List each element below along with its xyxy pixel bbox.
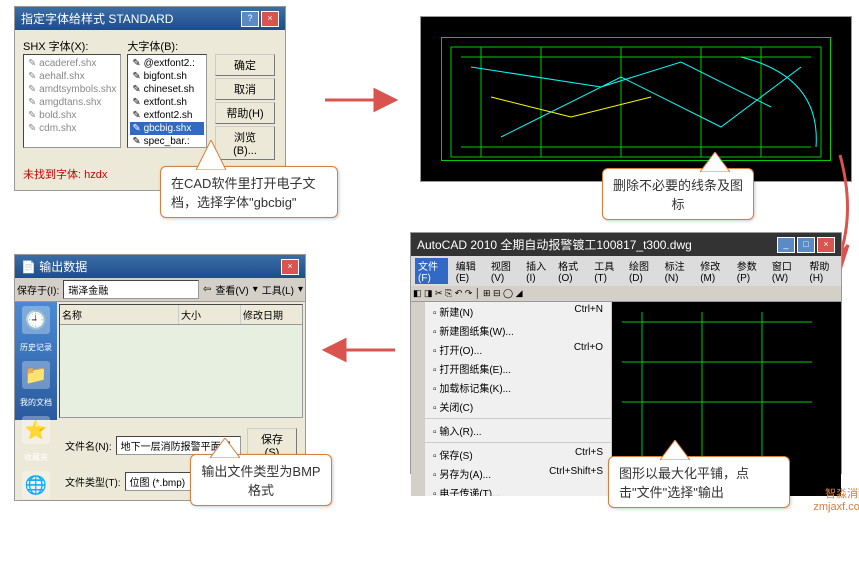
file-list-area[interactable]: 名称 大小 修改日期 [59, 304, 303, 418]
callout-step4: 输出文件类型为BMP格式 [190, 454, 332, 506]
font-dialog-title: 指定字体给样式 STANDARD ? × [15, 7, 285, 30]
help-button[interactable]: 帮助(H) [215, 102, 275, 124]
callout-pointer [660, 440, 690, 460]
callout-step2: 删除不必要的线条及图标 [602, 168, 754, 220]
flow-arrow-left [320, 330, 400, 370]
views-menu[interactable]: 查看(V) [215, 282, 248, 297]
cancel-button[interactable]: 取消 [215, 78, 275, 100]
help-icon[interactable]: ? [241, 11, 259, 27]
tools-menu[interactable]: 工具(L) [262, 282, 294, 297]
ok-button[interactable]: 确定 [215, 54, 275, 76]
callout-pointer [210, 438, 240, 458]
shx-label: SHX 字体(X): [23, 38, 121, 54]
col-name[interactable]: 名称 [60, 305, 179, 324]
filename-label: 文件名(N): [65, 438, 112, 453]
min-icon[interactable]: _ [777, 237, 795, 253]
big-font-list[interactable]: ✎ @extfont2.:✎ bigfont.sh✎ chineset.sh✎ … [127, 54, 207, 148]
back-icon[interactable]: ⇦ [203, 284, 211, 295]
file-menu-dropdown[interactable]: ▫ 新建(N)Ctrl+N▫ 新建图纸集(W)...▫ 打开(O)...Ctrl… [425, 302, 612, 496]
col-size[interactable]: 大小 [179, 305, 241, 324]
filetype-label: 文件类型(T): [65, 474, 121, 489]
close-icon[interactable]: × [261, 11, 279, 27]
bigfont-label: 大字体(B): [127, 38, 207, 54]
autocad-titlebar: AutoCAD 2010 全期自动报警镀工100817_t300.dwg _□× [411, 233, 841, 256]
callout-step1: 在CAD软件里打开电子文档，选择字体"gbcbig" [160, 166, 338, 218]
flow-arrow-right [320, 80, 400, 120]
col-date[interactable]: 修改日期 [241, 305, 302, 324]
close-icon[interactable]: × [817, 237, 835, 253]
export-dialog-title: 📄 输出数据 × [15, 255, 305, 278]
max-icon[interactable]: □ [797, 237, 815, 253]
shx-font-list[interactable]: ✎ acaderef.shx✎ aehalf.shx✎ amdtsymbols.… [23, 54, 121, 148]
autocad-menubar[interactable]: 文件(F)编辑(E)视图(V)插入(I)格式(O)工具(T)绘图(D)标注(N)… [411, 256, 841, 286]
callout-pointer [196, 140, 226, 170]
watermark: 智淼消防zmjaxf.com [813, 485, 859, 513]
callout-pointer [700, 152, 730, 172]
callout-step3: 图形以最大化平铺，点击"文件"选择"输出 [608, 456, 790, 508]
autocad-toolbar[interactable]: ◧ ◨ ✂ ⎘ ↶ ↷ │ ⊞ ⊟ ◯ ◢ [411, 286, 841, 302]
folder-combo[interactable]: 瑞泽金融 [63, 280, 199, 299]
places-sidebar[interactable]: 🕘历史记录📁我的文档⭐收藏夹🌐FTP🖥桌面 [15, 302, 57, 420]
close-icon[interactable]: × [281, 259, 299, 275]
cad-drawing-view [420, 16, 852, 182]
savein-label: 保存于(I): [17, 282, 59, 297]
